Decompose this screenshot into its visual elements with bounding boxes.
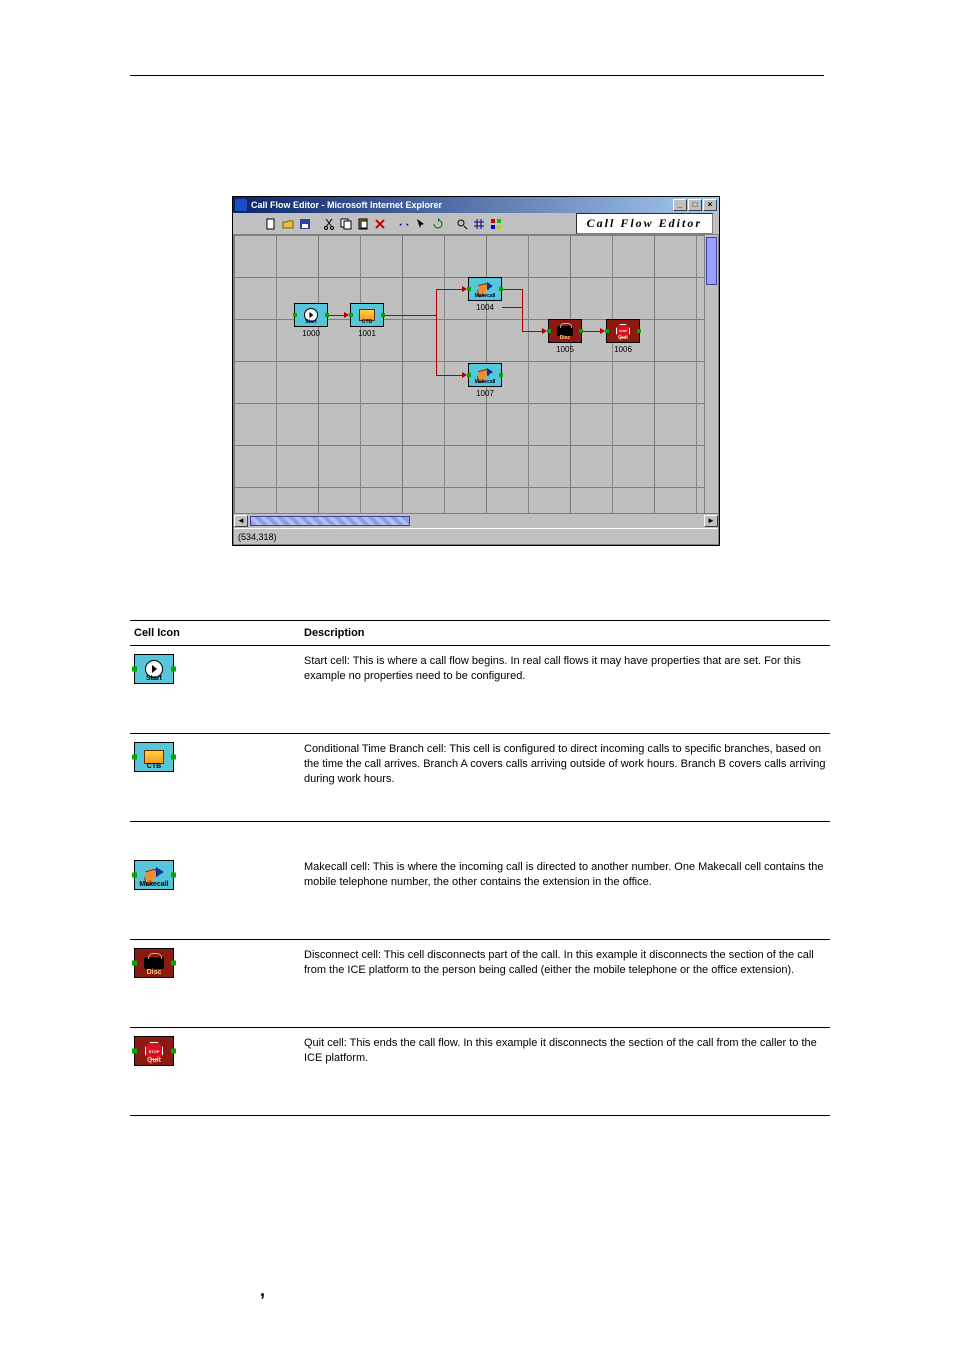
- chip-label: Quit: [135, 1057, 173, 1064]
- cell-description-table: Cell Icon Description Start Start cell: …: [130, 620, 830, 1116]
- node-make2-label: Makecall: [469, 379, 501, 385]
- node-start-label: Start: [295, 319, 327, 325]
- cursor-coordinates: (534,318): [238, 532, 277, 542]
- wire-disc-quit: [582, 331, 600, 332]
- close-button[interactable]: ×: [703, 199, 717, 211]
- table-gap: [130, 822, 830, 852]
- wire-start-ctb: [328, 315, 344, 316]
- palette-icon[interactable]: [488, 216, 504, 232]
- cut-icon[interactable]: [321, 216, 337, 232]
- new-icon[interactable]: [263, 216, 279, 232]
- title-bar[interactable]: Call Flow Editor - Microsoft Internet Ex…: [233, 197, 719, 213]
- table-row: Makecall Makecall cell: This is where th…: [130, 852, 830, 940]
- node-ctb[interactable]: CTB 1001: [350, 303, 384, 338]
- wire-join-v: [522, 289, 523, 331]
- node-quit[interactable]: Quit 1006: [606, 319, 640, 354]
- disc-icon: Disc: [134, 948, 174, 978]
- node-makecall-2[interactable]: Makecall 1007: [468, 363, 502, 398]
- refresh-icon[interactable]: [430, 216, 446, 232]
- chip-label: Makecall: [135, 881, 173, 888]
- call-flow-editor-window: Call Flow Editor - Microsoft Internet Ex…: [232, 196, 720, 546]
- hscroll-track[interactable]: [250, 516, 410, 526]
- table-row: Start Start cell: This is where a call f…: [130, 646, 830, 734]
- toolbar-group-edit: [321, 216, 388, 232]
- brand-label: Call Flow Editor: [576, 213, 713, 234]
- row-desc: Quit cell: This ends the call flow. In t…: [300, 1028, 830, 1115]
- hscroll-left-icon[interactable]: ◄: [234, 515, 248, 527]
- node-ctb-id: 1001: [350, 329, 384, 338]
- stray-comma: ,: [260, 1280, 265, 1301]
- zoom-icon[interactable]: [454, 216, 470, 232]
- open-icon[interactable]: [280, 216, 296, 232]
- chip-label: Disc: [135, 969, 173, 976]
- paste-icon[interactable]: [355, 216, 371, 232]
- pointer-icon[interactable]: [413, 216, 429, 232]
- node-make1-label: Makecall: [469, 293, 501, 299]
- chip-label: CTB: [135, 763, 173, 770]
- node-makecall-1[interactable]: Makecall 1004: [468, 277, 502, 312]
- node-make1-id: 1004: [468, 303, 502, 312]
- wire-ctb-branch: [384, 315, 436, 316]
- node-disc-label: Disc: [549, 335, 581, 341]
- vertical-scrollbar[interactable]: [704, 235, 718, 527]
- toolbar-group-view: [454, 216, 504, 232]
- hscroll-right-icon[interactable]: ►: [704, 515, 718, 527]
- page-top-rule: [130, 75, 824, 76]
- node-disc[interactable]: Disc 1005: [548, 319, 582, 354]
- wire-make1-join: [502, 307, 522, 308]
- header-desc: Description: [300, 621, 830, 645]
- horizontal-scrollbar[interactable]: ◄ ►: [234, 513, 718, 527]
- grid-icon[interactable]: [471, 216, 487, 232]
- table-row: CTB Conditional Time Branch cell: This c…: [130, 734, 830, 822]
- row-desc: Conditional Time Branch cell: This cell …: [300, 734, 830, 821]
- node-ctb-label: CTB: [351, 319, 383, 325]
- table-header: Cell Icon Description: [130, 620, 830, 646]
- toolbar-group-file: [263, 216, 313, 232]
- row-desc: Makecall cell: This is where the incomin…: [300, 852, 830, 939]
- copy-icon[interactable]: [338, 216, 354, 232]
- row-desc: Start cell: This is where a call flow be…: [300, 646, 830, 733]
- node-disc-id: 1005: [548, 345, 582, 354]
- quit-icon: Quit: [134, 1036, 174, 1066]
- header-icon: Cell Icon: [130, 621, 300, 645]
- save-icon[interactable]: [297, 216, 313, 232]
- minimize-button[interactable]: _: [673, 199, 687, 211]
- vscroll-thumb[interactable]: [706, 237, 717, 285]
- wire-to-make2: [436, 375, 462, 376]
- link-icon[interactable]: [396, 216, 412, 232]
- ctb-icon: CTB: [134, 742, 174, 772]
- table-row: Disc Disconnect cell: This cell disconne…: [130, 940, 830, 1028]
- makecall-icon: Makecall: [134, 860, 174, 890]
- node-quit-label: Quit: [607, 335, 639, 341]
- node-start-id: 1000: [294, 329, 328, 338]
- delete-icon[interactable]: [372, 216, 388, 232]
- wire-to-make1: [436, 289, 462, 290]
- window-controls: _ □ ×: [673, 199, 717, 211]
- node-make2-id: 1007: [468, 389, 502, 398]
- node-quit-id: 1006: [606, 345, 640, 354]
- wire-branch-v: [436, 289, 437, 375]
- maximize-button[interactable]: □: [688, 199, 702, 211]
- node-start[interactable]: Start 1000: [294, 303, 328, 338]
- row-desc: Disconnect cell: This cell disconnects p…: [300, 940, 830, 1027]
- toolbar-group-tools: [396, 216, 446, 232]
- wire-to-disc: [522, 331, 542, 332]
- wire-make1-out: [502, 289, 522, 290]
- toolbar: Call Flow Editor: [233, 213, 719, 235]
- table-row: Quit Quit cell: This ends the call flow.…: [130, 1028, 830, 1116]
- status-bar: (534,318): [234, 528, 718, 544]
- window-title: Call Flow Editor - Microsoft Internet Ex…: [251, 200, 673, 210]
- start-icon: Start: [134, 654, 174, 684]
- canvas-viewport[interactable]: Start 1000 CTB 1001 Makecall 1004 Makeca…: [234, 235, 718, 527]
- ie-icon: [235, 199, 247, 211]
- chip-label: Start: [135, 675, 173, 682]
